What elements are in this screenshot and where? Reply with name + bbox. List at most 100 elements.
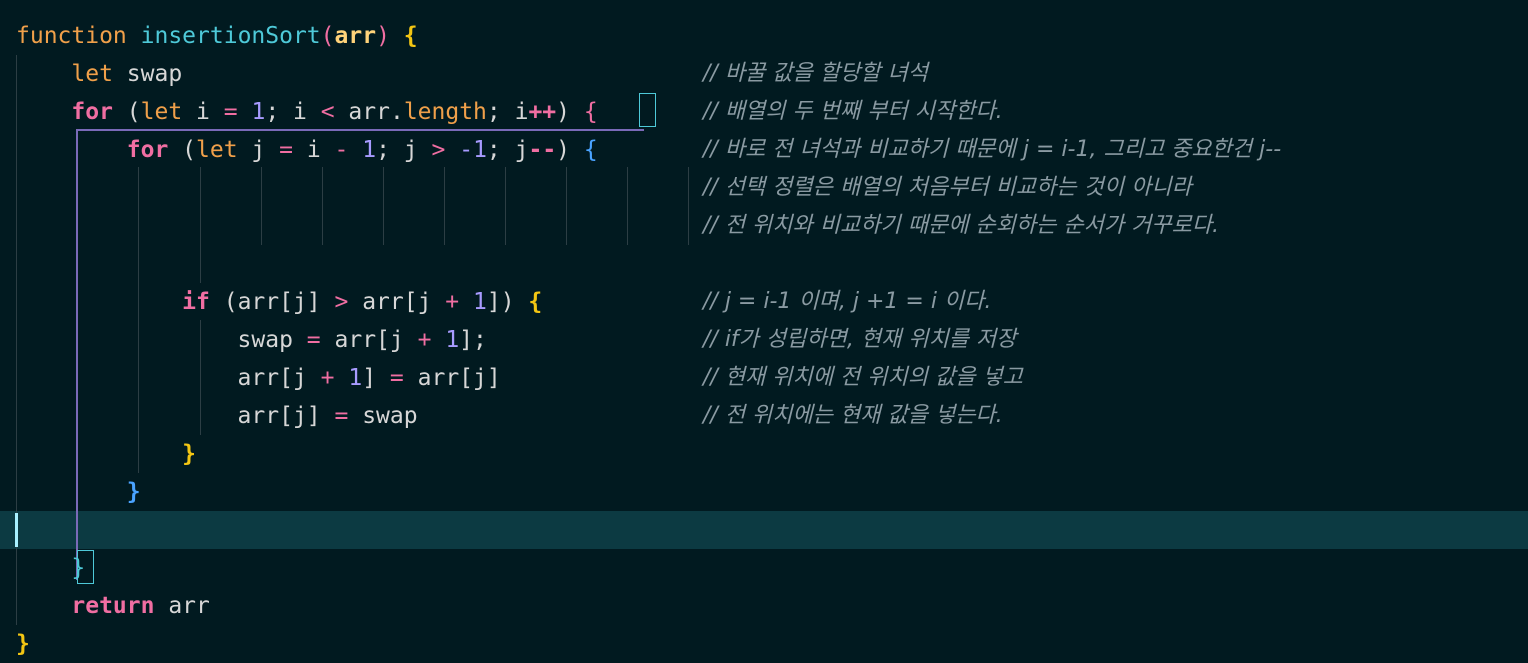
- code-comment: // 현재 위치에 전 위치의 값을 넣고: [703, 365, 1023, 390]
- code-token: +: [417, 327, 432, 353]
- code-token: let: [71, 61, 113, 87]
- code-token: }: [126, 479, 141, 505]
- code-token: >: [431, 137, 446, 163]
- code-token: j: [237, 137, 280, 163]
- code-token: swap: [112, 61, 183, 87]
- code-token: let: [140, 99, 183, 125]
- code-token: --: [528, 137, 557, 163]
- code-token: (: [168, 137, 197, 163]
- code-token: 1: [348, 365, 363, 391]
- code-token: }: [71, 555, 86, 581]
- code-line[interactable]: for (let i = 1; i < arr.length; i++) {: [16, 93, 598, 131]
- code-token: arr[j]: [403, 365, 501, 391]
- code-token: ): [376, 23, 390, 49]
- code-comment: // 선택 정렬은 배열의 처음부터 비교하는 것이 아니라: [703, 175, 1192, 200]
- code-token: =: [334, 403, 349, 429]
- code-token: ]: [362, 365, 390, 391]
- code-token: }: [182, 441, 197, 467]
- code-token: function: [16, 23, 127, 49]
- code-line[interactable]: }: [16, 473, 141, 511]
- code-line[interactable]: }: [16, 625, 30, 663]
- code-token: =: [279, 137, 293, 163]
- bracket-match-open: [639, 93, 656, 127]
- code-line[interactable]: arr[j + 1] = arr[j]: [16, 359, 501, 397]
- code-token: +: [445, 289, 460, 315]
- code-token: arr: [334, 23, 377, 49]
- code-line[interactable]: return arr: [16, 587, 210, 625]
- code-token: return: [71, 593, 155, 619]
- code-token: =: [223, 99, 238, 125]
- code-token: {: [583, 137, 598, 163]
- code-comment: // 바꿀 값을 할당할 녀석: [703, 61, 928, 86]
- text-cursor: [15, 513, 18, 547]
- code-token: swap: [348, 403, 418, 429]
- code-token: <: [320, 99, 335, 125]
- code-token: for: [71, 99, 113, 125]
- code-line[interactable]: }: [16, 549, 85, 587]
- code-token: 1: [473, 289, 487, 315]
- code-token: ; i: [486, 99, 529, 125]
- code-token: swap: [16, 327, 307, 353]
- code-token: ];: [459, 327, 487, 353]
- code-token: insertionSort: [140, 23, 321, 49]
- code-token: ): [556, 99, 584, 125]
- code-token: arr[j: [320, 327, 418, 353]
- code-token: arr[j: [348, 289, 446, 315]
- code-token: (: [320, 23, 335, 49]
- code-token: =: [306, 327, 321, 353]
- code-token: -1: [459, 137, 487, 163]
- code-line[interactable]: swap = arr[j + 1];: [16, 321, 487, 359]
- code-comment: // if가 성립하면, 현재 위치를 저장: [703, 327, 1017, 352]
- code-line[interactable]: function insertionSort(arr) {: [16, 17, 418, 55]
- code-token: i: [182, 99, 224, 125]
- code-line[interactable]: for (let j = i - 1; j > -1; j--) {: [16, 131, 598, 169]
- code-token: 1: [251, 99, 266, 125]
- code-token: -: [334, 137, 349, 163]
- code-token: ): [556, 137, 584, 163]
- code-line[interactable]: }: [16, 435, 196, 473]
- code-token: if: [182, 289, 210, 315]
- code-token: length: [403, 99, 487, 125]
- code-token: {: [583, 99, 598, 125]
- code-comment: // j = i-1 이며, j +1 = i 이다.: [703, 289, 992, 314]
- code-token: arr[j: [16, 365, 321, 391]
- code-token: ]): [486, 289, 529, 315]
- code-token: arr: [154, 593, 210, 619]
- code-token: }: [16, 631, 30, 657]
- code-token: (: [112, 99, 141, 125]
- code-token: arr[j]: [16, 403, 335, 429]
- code-token: arr.: [334, 99, 404, 125]
- code-token: ; j: [486, 137, 529, 163]
- code-line[interactable]: arr[j] = swap: [16, 397, 418, 435]
- code-line[interactable]: let swap: [16, 55, 182, 93]
- code-token: ++: [528, 99, 557, 125]
- code-token: =: [389, 365, 404, 391]
- code-token: for: [126, 137, 169, 163]
- code-token: let: [196, 137, 238, 163]
- code-token: {: [403, 23, 418, 49]
- code-line[interactable]: if (arr[j] > arr[j + 1]) {: [16, 283, 542, 321]
- code-comment: // 전 위치와 비교하기 때문에 순회하는 순서가 거꾸로다.: [703, 213, 1220, 238]
- code-token: ; j: [376, 137, 432, 163]
- code-comment: // 배열의 두 번째 부터 시작한다.: [703, 99, 1003, 124]
- code-token: i: [292, 137, 335, 163]
- indent-guide: [688, 167, 689, 245]
- code-comment: // 바로 전 녀석과 비교하기 때문에 j = i-1, 그리고 중요한건 j…: [703, 137, 1282, 162]
- code-token: >: [334, 289, 349, 315]
- code-editor[interactable]: function insertionSort(arr) { let swap//…: [0, 0, 1528, 662]
